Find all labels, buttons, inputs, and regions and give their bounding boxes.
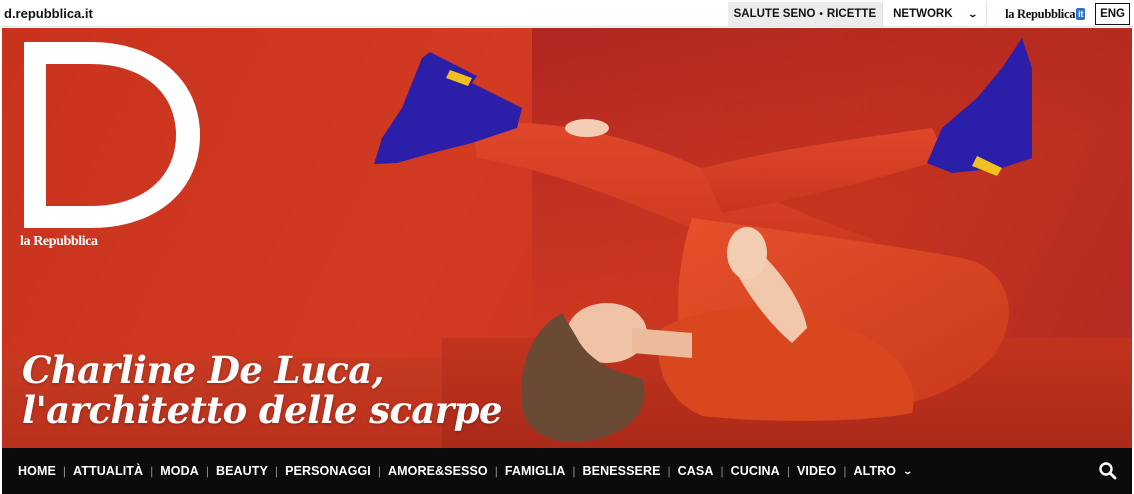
hero-headline-line2[interactable]: l'architetto delle scarpe (22, 390, 503, 430)
hero-banner[interactable]: la Repubblica Charline De Luca, l'archit… (2, 28, 1132, 448)
top-right-links: SALUTE SENO • RICETTE NETWORK ⌄ la Repub… (727, 2, 1130, 26)
nav-item-casa[interactable]: CASA (678, 464, 714, 478)
nav-separator: | (720, 464, 724, 478)
nav-separator: | (377, 464, 381, 478)
nav-item-altro[interactable]: ALTRO ⌄ (853, 464, 914, 478)
network-dropdown[interactable]: NETWORK ⌄ (882, 2, 988, 26)
nav-item-beauty[interactable]: BEAUTY (216, 464, 268, 478)
hero-headline[interactable]: Charline De Luca, l'architetto delle sca… (22, 350, 503, 430)
nav-item-cucina[interactable]: CUCINA (731, 464, 780, 478)
link-ricette[interactable]: RICETTE (827, 8, 876, 20)
nav-separator: | (205, 464, 209, 478)
nav-item-personaggi[interactable]: PERSONAGGI (285, 464, 371, 478)
nav-item-home[interactable]: HOME (18, 464, 56, 478)
d-brand-tagline[interactable]: la Repubblica (20, 234, 98, 250)
link-separator: • (819, 8, 823, 20)
chevron-down-icon[interactable]: ⌄ (903, 466, 914, 477)
nav-separator: | (667, 464, 671, 478)
nav-separator: | (786, 464, 790, 478)
nav-item-famiglia[interactable]: FAMIGLIA (505, 464, 566, 478)
hero-headline-line1[interactable]: Charline De Luca, (22, 350, 502, 390)
nav-separator: | (572, 464, 576, 478)
top-bar: d.repubblica.it SALUTE SENO • RICETTE NE… (0, 0, 1134, 27)
repubblica-logo-text[interactable]: la Repubblica (1005, 7, 1075, 22)
nav-item-attualita[interactable]: ATTUALITÀ (73, 464, 143, 478)
d-brand-logo[interactable] (20, 38, 205, 228)
quick-links: SALUTE SENO • RICETTE (727, 2, 883, 26)
nav-item-benessere[interactable]: BENESSERE (583, 464, 661, 478)
nav-list: HOME | ATTUALITÀ | MODA | BEAUTY | PERSO… (2, 464, 914, 478)
repubblica-logo[interactable]: la Repubblica it (987, 2, 1093, 26)
nav-separator: | (150, 464, 154, 478)
nav-separator: | (274, 464, 279, 478)
nav-item-moda[interactable]: MODA (160, 464, 199, 478)
nav-item-amore-sesso[interactable]: AMORE&SESSO (388, 464, 488, 478)
link-salute-seno[interactable]: SALUTE SENO (734, 8, 816, 20)
nav-item-altro-label[interactable]: ALTRO (853, 464, 896, 478)
nav-separator: | (494, 464, 498, 478)
nav-separator: | (843, 464, 847, 478)
network-label[interactable]: NETWORK (893, 8, 952, 20)
repubblica-logo-suffix[interactable]: it (1076, 8, 1086, 20)
nav-separator: | (62, 464, 67, 478)
site-domain-link[interactable]: d.repubblica.it (4, 6, 93, 21)
chevron-down-icon[interactable]: ⌄ (967, 9, 978, 20)
nav-item-video[interactable]: VIDEO (797, 464, 836, 478)
language-button[interactable]: ENG (1095, 3, 1130, 25)
search-icon[interactable] (1098, 461, 1118, 481)
site-domain[interactable]: d.repubblica.it (4, 6, 93, 21)
main-nav: HOME | ATTUALITÀ | MODA | BEAUTY | PERSO… (2, 448, 1132, 494)
